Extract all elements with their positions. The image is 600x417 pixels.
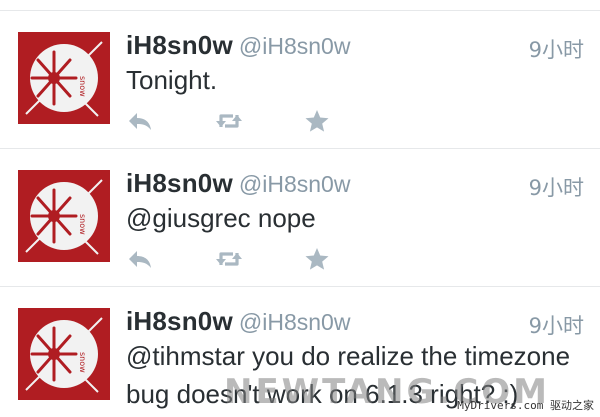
svg-text:snow: snow (78, 76, 87, 97)
favorite-button[interactable] (302, 247, 332, 271)
retweet-button[interactable] (214, 247, 244, 271)
tweet-divider (0, 286, 600, 287)
reply-icon (129, 251, 151, 268)
tweet-text: Tonight. (126, 65, 218, 95)
site-watermark: MyDrivers.com 驱动之家 (457, 399, 594, 412)
snowflake-logo-icon: snow (18, 308, 110, 400)
timeline-top-divider (0, 10, 600, 11)
display-name[interactable]: iH8sn0w (126, 168, 233, 198)
retweet-icon (216, 114, 242, 128)
star-icon (305, 248, 329, 270)
display-name[interactable]: iH8sn0w (126, 30, 233, 60)
tweet-header: iH8sn0w @iH8sn0w (126, 306, 350, 337)
screen-name[interactable]: @iH8sn0w (239, 33, 351, 59)
avatar[interactable]: snow (18, 32, 110, 124)
snowflake-logo-icon: snow (18, 32, 110, 124)
svg-text:snow: snow (78, 214, 87, 235)
favorite-button[interactable] (302, 109, 332, 133)
avatar[interactable]: snow (18, 170, 110, 262)
tweet-timeline: snow iH8sn0w @iH8sn0w 9小时 Tonight. snow … (0, 0, 600, 417)
retweet-button[interactable] (214, 109, 244, 133)
reply-button[interactable] (126, 247, 156, 271)
reply-button[interactable] (126, 109, 156, 133)
retweet-icon (216, 252, 242, 266)
tweet-header: iH8sn0w @iH8sn0w (126, 168, 350, 199)
snowflake-logo-icon: snow (18, 170, 110, 262)
tweet-divider (0, 148, 600, 149)
screen-name[interactable]: @iH8sn0w (239, 171, 351, 197)
tweet-timestamp[interactable]: 9小时 (529, 34, 584, 64)
avatar[interactable]: snow (18, 308, 110, 400)
tweet-header: iH8sn0w @iH8sn0w (126, 30, 350, 61)
tweet-timestamp[interactable]: 9小时 (529, 172, 584, 202)
star-icon (305, 110, 329, 132)
tweet-timestamp[interactable]: 9小时 (529, 310, 584, 340)
screen-name[interactable]: @iH8sn0w (239, 309, 351, 335)
display-name[interactable]: iH8sn0w (126, 306, 233, 336)
reply-icon (129, 113, 151, 130)
tweet-text: @giusgrec nope (126, 203, 316, 233)
svg-text:snow: snow (78, 352, 87, 373)
